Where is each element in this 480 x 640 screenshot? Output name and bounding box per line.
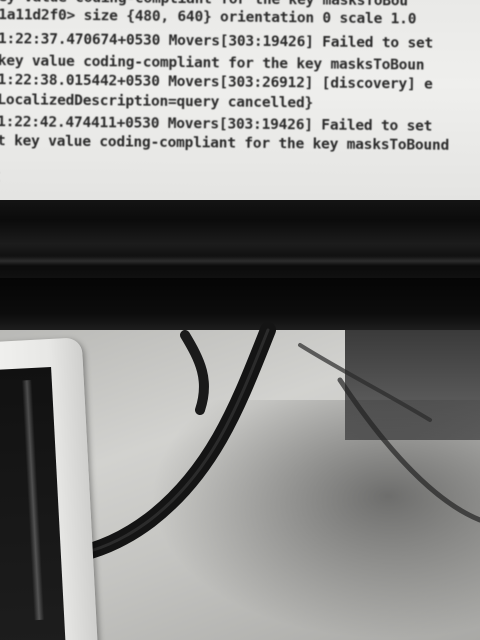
smartphone — [0, 337, 99, 640]
photo: key value coding-compliant for the key m… — [0, 0, 480, 640]
